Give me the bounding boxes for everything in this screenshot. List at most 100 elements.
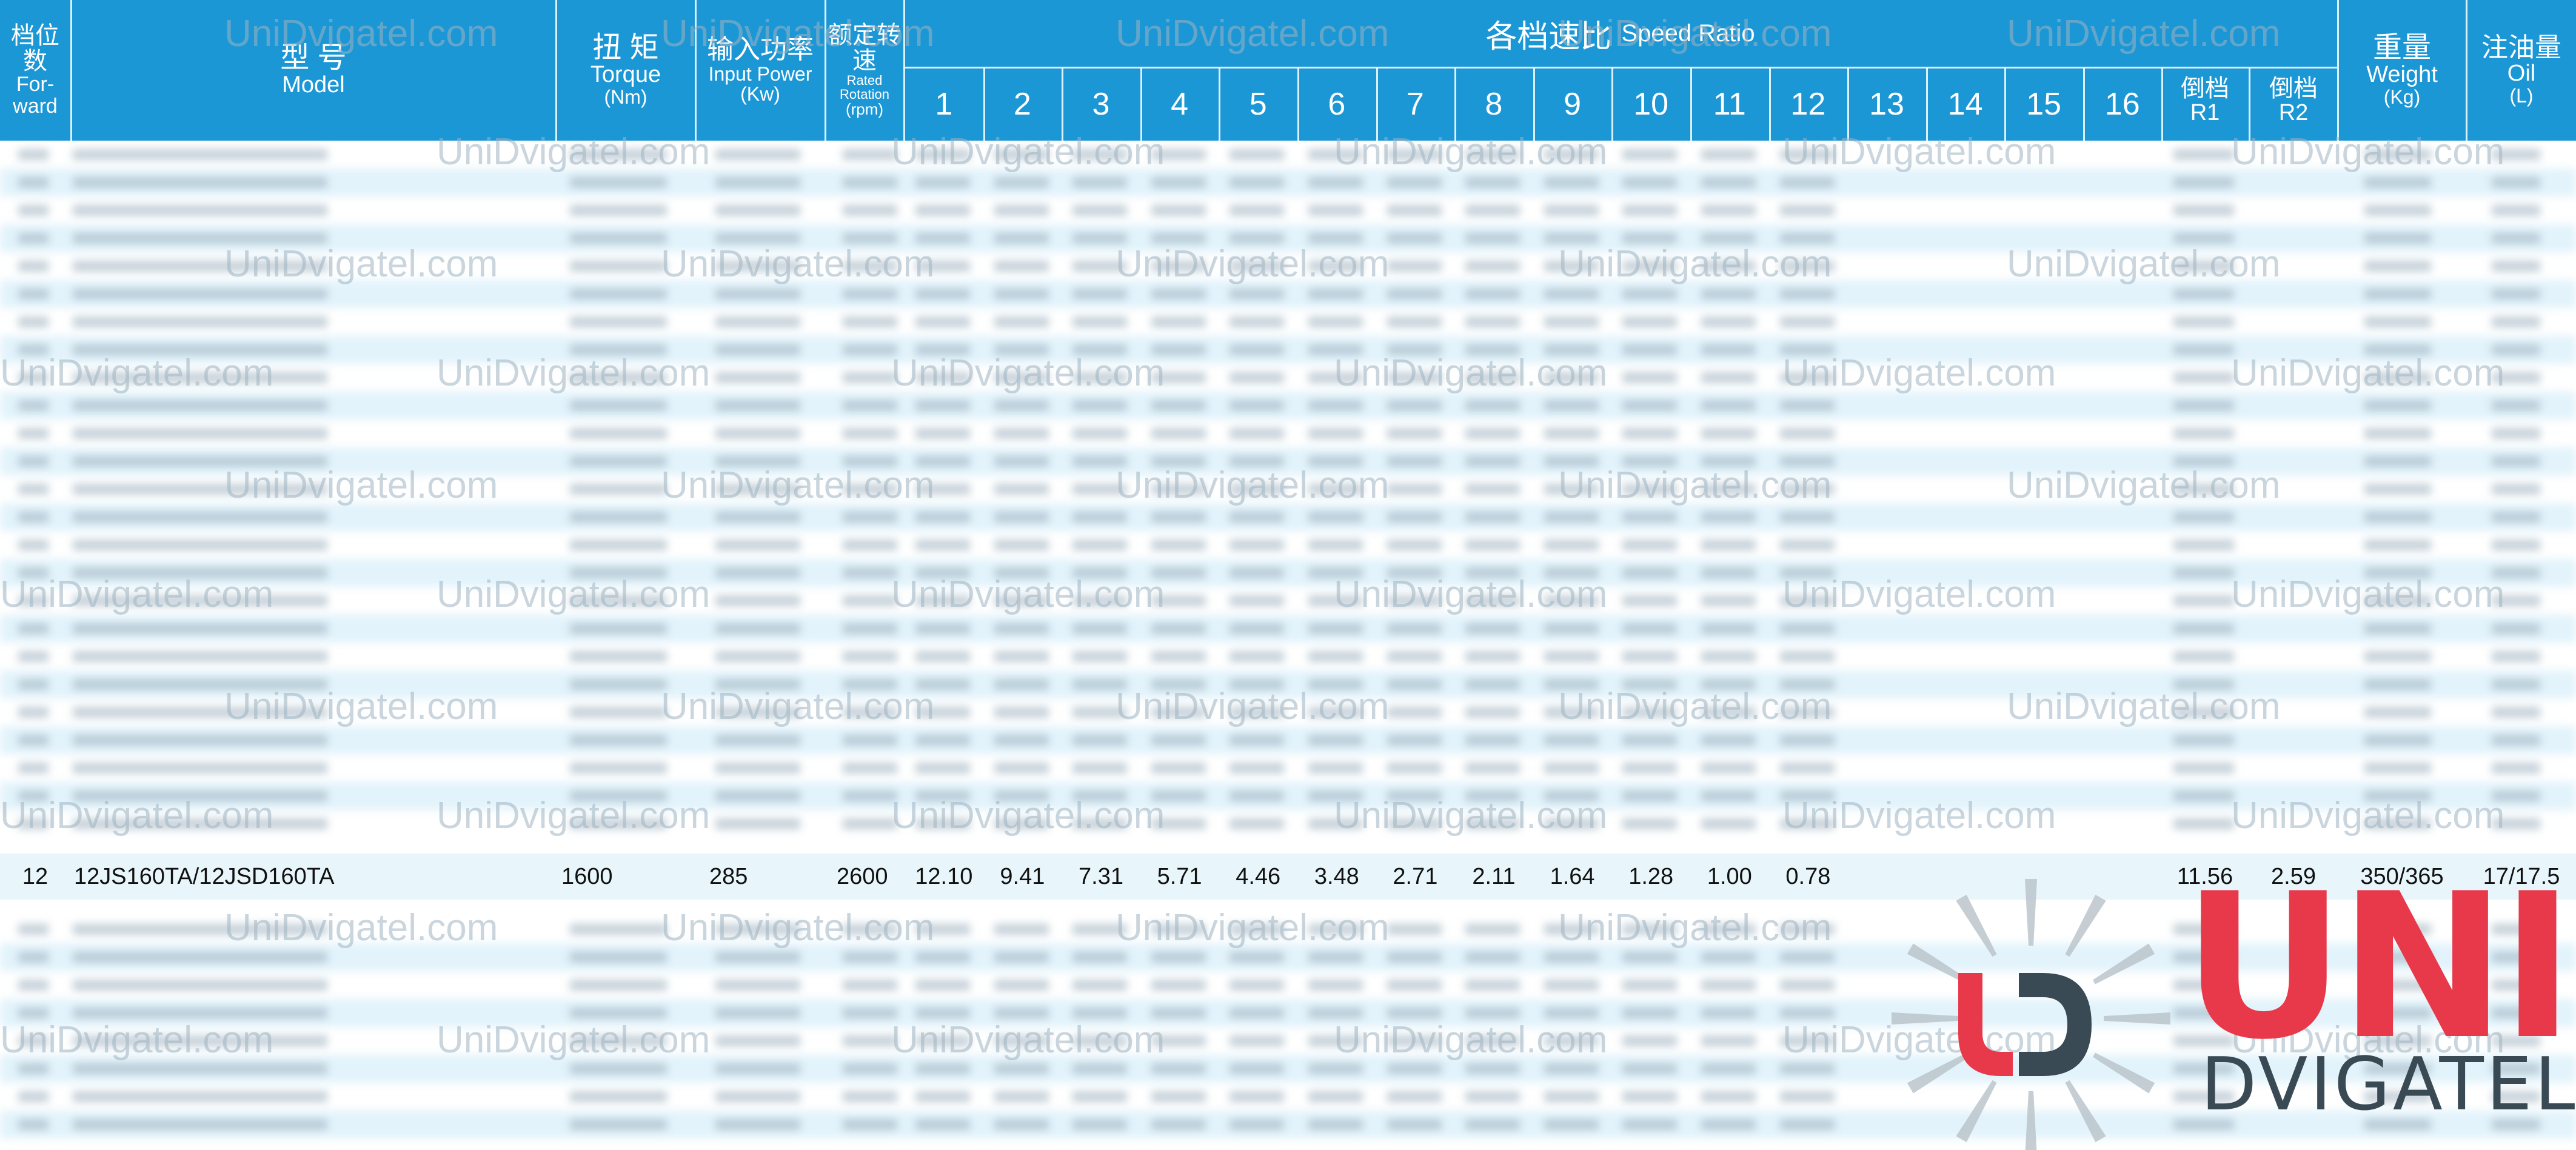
watermark-text: UniDvigatel.com — [224, 686, 498, 727]
header-rotation-unit: (rpm) — [845, 100, 884, 119]
watermark-text: UniDvigatel.com — [224, 464, 498, 506]
watermark-text: UniDvigatel.com — [661, 13, 935, 55]
ratio-cell-2: 9.41 — [1000, 864, 1045, 889]
blurred-row — [0, 782, 2576, 810]
header-r2-en: R2 — [2278, 100, 2309, 126]
gear-header-11: 11 — [1713, 86, 1746, 122]
watermark-text: UniDvigatel.com — [437, 795, 711, 837]
watermark-text: UniDvigatel.com — [1782, 795, 2056, 837]
cell-power: 285 — [709, 864, 748, 889]
blurred-row — [0, 754, 2576, 782]
blurred-row — [0, 726, 2576, 754]
watermark-text: UniDvigatel.com — [891, 795, 1165, 837]
gear-header-2: 2 — [1013, 86, 1031, 122]
blurred-row — [0, 503, 2576, 531]
watermark-text: UniDvigatel.com — [1116, 907, 1390, 949]
header-weight-cn: 重量 — [2372, 32, 2431, 64]
blurred-row — [0, 392, 2576, 420]
watermark-text: UniDvigatel.com — [1116, 686, 1390, 727]
gear-header-6: 6 — [1328, 86, 1346, 122]
watermark-text: UniDvigatel.com — [1558, 243, 1832, 285]
blurred-row — [0, 364, 2576, 392]
watermark-text: UniDvigatel.com — [891, 1019, 1165, 1061]
gear-header-8: 8 — [1485, 86, 1503, 122]
watermark-text: UniDvigatel.com — [1558, 907, 1832, 949]
gear-header-7: 7 — [1406, 86, 1424, 122]
watermark-text: UniDvigatel.com — [224, 907, 498, 949]
watermark-text: UniDvigatel.com — [0, 573, 274, 615]
header-oil: 注油量 Oil (L) — [2467, 0, 2576, 141]
watermark-text: UniDvigatel.com — [437, 573, 711, 615]
gear-header-1: 1 — [935, 86, 953, 122]
ratio-cell-5: 4.46 — [1236, 864, 1281, 889]
header-r1-en: R1 — [2190, 100, 2220, 126]
header-power-en: Input Power — [708, 62, 812, 85]
blurred-row — [0, 559, 2576, 587]
header-oil-cn: 注油量 — [2481, 33, 2561, 63]
watermark-text: UniDvigatel.com — [2231, 573, 2505, 615]
logo-sub: DVIGATEL — [2201, 1043, 2576, 1127]
watermark-text: UniDvigatel.com — [2231, 795, 2505, 837]
watermark-text: UniDvigatel.com — [1116, 464, 1390, 506]
header-model-en: Model — [282, 72, 345, 98]
header-weight-en: Weight — [2366, 62, 2438, 88]
header-r1-cn: 倒档 — [2181, 75, 2229, 102]
header-weight-unit: (Kg) — [2383, 86, 2421, 109]
cell-rpm: 2600 — [837, 864, 888, 889]
blurred-row — [0, 169, 2576, 196]
gear-header-4: 4 — [1171, 86, 1189, 122]
header-forward-en1: For- — [16, 73, 55, 96]
ratio-cell-3: 7.31 — [1079, 864, 1123, 889]
watermark-text: UniDvigatel.com — [0, 352, 274, 394]
watermark-text: UniDvigatel.com — [2007, 13, 2281, 55]
cell-torque: 1600 — [561, 864, 613, 889]
unidvigatel-logo: UNI DVIGATEL — [1867, 867, 2576, 1150]
blurred-row — [0, 196, 2576, 224]
watermark-text: UniDvigatel.com — [1558, 464, 1832, 506]
gear-header-3: 3 — [1092, 86, 1110, 122]
watermark-text: UniDvigatel.com — [891, 131, 1165, 173]
blurred-row — [0, 587, 2576, 615]
watermark-text: UniDvigatel.com — [437, 1019, 711, 1061]
watermark-text: UniDvigatel.com — [1334, 131, 1608, 173]
header-torque-en: Torque — [590, 62, 661, 88]
blurred-row — [0, 643, 2576, 670]
watermark-text: UniDvigatel.com — [1334, 573, 1608, 615]
header-weight: 重量 Weight (Kg) — [2338, 0, 2466, 141]
gear-header-16: 16 — [2104, 86, 2140, 122]
watermark-text: UniDvigatel.com — [1334, 352, 1608, 394]
watermark-text: UniDvigatel.com — [1558, 686, 1832, 727]
watermark-text: UniDvigatel.com — [1782, 352, 2056, 394]
header-torque-unit: (Nm) — [604, 86, 647, 109]
header-r2-cn: 倒档 — [2269, 75, 2318, 102]
ratio-cell-7: 2.71 — [1393, 864, 1438, 889]
watermark-text: UniDvigatel.com — [2231, 352, 2505, 394]
watermark-text: UniDvigatel.com — [1116, 243, 1390, 285]
watermark-text: UniDvigatel.com — [0, 1019, 274, 1061]
header-rotation-en: Rated Rotation — [840, 73, 889, 102]
logo-brand: UNI — [2183, 851, 2575, 1083]
gear-header-15: 15 — [2026, 86, 2062, 122]
watermark-text: UniDvigatel.com — [661, 907, 935, 949]
blurred-row — [0, 420, 2576, 447]
ratio-cell-10: 1.28 — [1628, 864, 1674, 889]
ratio-cell-6: 3.48 — [1314, 864, 1359, 889]
ratio-cell-1: 12.10 — [915, 864, 973, 889]
blurred-row — [0, 141, 2576, 169]
watermark-text: UniDvigatel.com — [1334, 1019, 1608, 1061]
ratio-cell-8: 2.11 — [1472, 864, 1516, 889]
watermark-text: UniDvigatel.com — [1782, 131, 2056, 173]
gear-header-5: 5 — [1249, 86, 1267, 122]
ratio-cell-4: 5.71 — [1157, 864, 1202, 889]
watermark-text: UniDvigatel.com — [661, 686, 935, 727]
header-oil-unit: (L) — [2509, 85, 2534, 107]
header-forward-cn: 档位数 — [11, 22, 59, 75]
gear-header-12: 12 — [1790, 86, 1826, 122]
watermark-text: UniDvigatel.com — [1116, 13, 1390, 55]
watermark-text: UniDvigatel.com — [1334, 795, 1608, 837]
blurred-row — [0, 308, 2576, 336]
watermark-text: UniDvigatel.com — [0, 795, 274, 837]
watermark-text: UniDvigatel.com — [2231, 131, 2505, 173]
watermark-text: UniDvigatel.com — [1782, 573, 2056, 615]
gear-header-13: 13 — [1869, 86, 1904, 122]
